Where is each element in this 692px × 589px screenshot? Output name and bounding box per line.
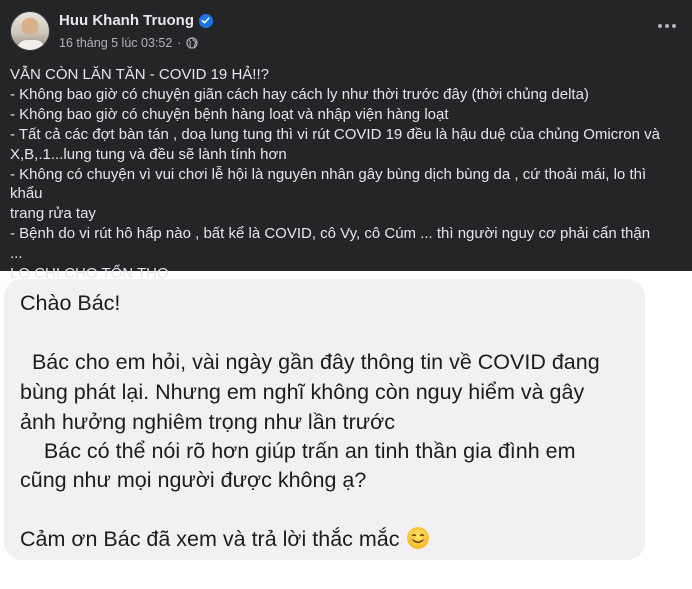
- avatar-shirt: [17, 40, 45, 50]
- message-closing-text: Cảm ơn Bác đã xem và trả lời thắc mắc: [20, 527, 400, 551]
- post-line: ...: [10, 245, 23, 263]
- meta-separator: ·: [177, 36, 182, 50]
- post-line: trang rửa tay: [10, 205, 96, 223]
- message-line: Bác có thể nói rõ hơn giúp trấn an tinh …: [20, 439, 576, 463]
- more-dot: [658, 24, 662, 28]
- post-line: - Tất cả các đợt bàn tán , doạ lung tung…: [10, 125, 660, 143]
- post-line: - Không bao giờ có chuyện giãn cách hay …: [10, 85, 589, 103]
- post-timestamp[interactable]: 16 tháng 5 lúc 03:52: [59, 36, 172, 50]
- post-line: X,B,.1...lung tung và đều sẽ lành tính h…: [10, 145, 287, 163]
- post-body: VẪN CÒN LĂN TĂN - COVID 19 HẢ!!? - Không…: [10, 65, 682, 284]
- smiling-face-icon: [406, 527, 429, 549]
- message-line: bùng phát lại. Nhưng em nghĩ không còn n…: [20, 380, 585, 404]
- more-dot: [665, 24, 669, 28]
- post-header: Huu Khanh Truong: [59, 12, 213, 29]
- message-line: ảnh hưởng nghiêm trọng như lần trước: [20, 410, 395, 434]
- message-greeting: Chào Bác!: [20, 291, 121, 315]
- more-options-icon[interactable]: [654, 16, 680, 36]
- message-line: Bác cho em hỏi, vài ngày gần đây thông t…: [20, 350, 600, 374]
- verified-badge-icon: [198, 13, 213, 28]
- message-bubble: Chào Bác! Bác cho em hỏi, vài ngày gần đ…: [4, 279, 645, 560]
- author-name[interactable]: Huu Khanh Truong: [59, 12, 194, 29]
- post-line: - Bệnh do vi rút hô hấp nào , bất kể là …: [10, 225, 651, 243]
- author-avatar[interactable]: [10, 11, 50, 51]
- message-line: cũng như mọi người được không ạ?: [20, 468, 367, 492]
- post-title-line: VẪN CÒN LĂN TĂN - COVID 19 HẢ!!?: [10, 66, 269, 83]
- message-closing: Cảm ơn Bác đã xem và trả lời thắc mắc: [20, 524, 430, 554]
- post-meta: 16 tháng 5 lúc 03:52 ·: [59, 36, 199, 50]
- globe-icon[interactable]: [186, 37, 199, 49]
- facebook-post: Huu Khanh Truong 16 tháng 5 lúc 03:52 · …: [0, 0, 692, 282]
- more-dot: [672, 24, 676, 28]
- post-line: - Không có chuyện vì vui chơi lễ hội là …: [10, 165, 651, 203]
- post-line: - Không bao giờ có chuyện bệnh hàng loạt…: [10, 105, 449, 123]
